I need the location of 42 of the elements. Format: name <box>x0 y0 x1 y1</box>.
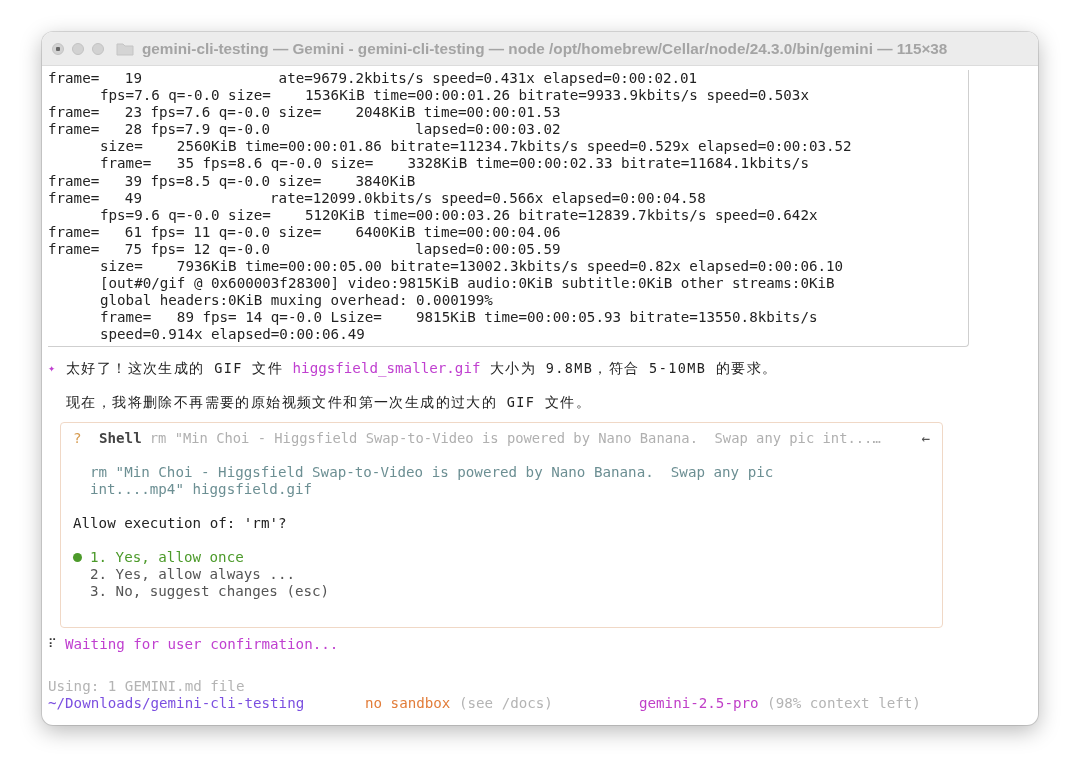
log-line: frame= 89 fps= 14 q=-0.0 Lsize= 9815KiB time=00:00:05.93 bitrate=13550.8kbits/s <box>99 309 819 327</box>
option-item[interactable]: 1. Yes, allow once <box>90 548 244 566</box>
log-line: frame= 49 rate=12099.0kbits/s speed=0.566x elapsed=0:00:04.58 <box>48 189 707 207</box>
sparkle-icon: ✦ <box>48 359 66 378</box>
log-line: [out#0/gif @ 0x600003f28300] video:9815KiB audio:0KiB subtitle:0KiB other streams:0KiB <box>99 275 836 293</box>
context-remaining: (98% context left) <box>767 694 921 711</box>
log-line: frame= 75 fps= 12 q=-0.0 lapsed=0:00:05.59 <box>48 240 562 259</box>
log-line: speed=0.914x elapsed=0:00:06.49 <box>99 326 366 344</box>
context-file-info: Using: 1 GEMINI.md file <box>48 677 246 695</box>
sandbox-status: no sandbox <box>365 694 451 711</box>
message-text: 太好了！这次生成的 GIF 文件 higgsfield_smaller.gif 大小为 9.8MB，符合 5-10MB 的要求。 <box>66 359 778 378</box>
sandbox-hint: (see /docs) <box>458 694 553 711</box>
log-line: frame= 23 fps=7.6 q=-0.0 size= 2048KiB time=00:00:01.53 <box>48 104 562 122</box>
status-text: Waiting for user confirmation... <box>65 635 339 654</box>
window-title: gemini-cli-testing — Gemini - gemini-cli-testing — node /opt/homebrew/Cellar/node/24.3.0/bin/gemini — 115×38 <box>142 39 948 58</box>
option-item[interactable]: 3. No, suggest changes (esc) <box>90 583 330 601</box>
command-line: rm "Min Choi - Higgsfield Swap-to-Video is powered by Nano Banana. Swap any pic <box>90 463 775 481</box>
model-name: gemini-2.5-pro <box>639 694 759 711</box>
message-text: 现在，我将删除不再需要的原始视频文件和第一次生成的过大的 GIF 文件。 <box>66 393 592 412</box>
tool-name: Shell <box>99 429 142 447</box>
log-line: frame= 35 fps=8.6 q=-0.0 size= 3328KiB time=00:00:02.33 bitrate=11684.1kbits/s <box>99 155 810 173</box>
log-line: frame= 19 ate=9679.2kbits/s speed=0.431x elapsed=0:00:02.01 <box>48 70 699 88</box>
log-line: fps=7.6 q=-0.0 size= 1536KiB time=00:00:01.26 bitrate=9933.9kbits/s speed=0.503x <box>99 87 810 105</box>
log-line: size= 7936KiB time=00:00:05.00 bitrate=13002.3kbits/s speed=0.82x elapsed=0:00:06.10 <box>99 258 845 276</box>
log-line: frame= 28 fps=7.9 q=-0.0 lapsed=0:00:03.02 <box>48 121 562 139</box>
command-summary: rm "Min Choi - Higgsfield Swap-to-Video is powered by Nano Banana. Swap any pic int...… <box>149 429 881 447</box>
log-line: frame= 61 fps= 11 q=-0.0 size= 6400KiB time=00:00:04.06 <box>48 223 562 241</box>
question-icon: ? <box>73 429 99 447</box>
log-line: fps=9.6 q=-0.0 size= 5120KiB time=00:00:03.26 bitrate=12839.7kbits/s speed=0.642x <box>99 206 819 224</box>
option-item[interactable]: 2. Yes, allow always ... <box>90 565 295 584</box>
spinner-icon: ⠏ <box>48 635 65 654</box>
directory-path: ~/Downloads/gemini-cli-testing <box>48 694 306 712</box>
command-line: int....mp4" higgsfield.gif <box>90 480 314 498</box>
zoom-button[interactable] <box>92 42 104 55</box>
arrow-icon: ← <box>921 429 930 447</box>
close-button[interactable] <box>52 42 64 55</box>
log-line: frame= 39 fps=8.5 q=-0.0 size= 3840KiB <box>48 172 417 190</box>
folder-icon <box>116 41 134 56</box>
minimize-button[interactable] <box>72 42 84 55</box>
question-text: Allow execution of: 'rm'? <box>73 514 288 532</box>
log-line: size= 2560KiB time=00:00:01.86 bitrate=11234.7kbits/s speed=0.529x elapsed=0:00:03.52 <box>99 138 853 156</box>
log-line: global headers:0KiB muxing overhead: 0.000199% <box>99 292 494 310</box>
